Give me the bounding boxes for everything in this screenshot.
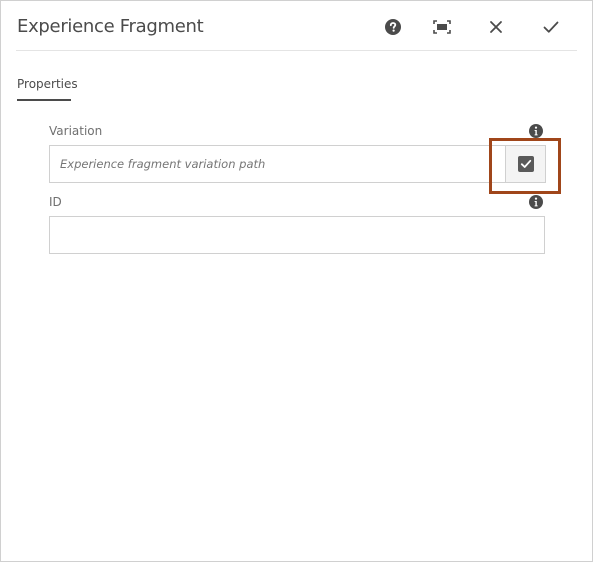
variation-label: Variation [49,124,103,138]
variation-path-input[interactable] [49,145,506,183]
dialog-header: Experience Fragment [16,1,577,51]
close-icon [490,21,502,33]
fullscreen-icon [433,20,451,34]
info-icon[interactable] [529,195,543,209]
close-button[interactable] [484,15,508,39]
dialog-title: Experience Fragment [17,16,204,37]
help-icon [385,19,401,35]
tab-properties[interactable]: Properties [17,77,78,101]
experience-fragment-dialog: Experience Fragment Properties Variation… [0,0,593,562]
info-icon[interactable] [529,124,543,138]
help-button[interactable] [381,15,405,39]
id-input[interactable] [49,216,545,254]
checkmark-icon [543,21,559,33]
select-checkbox-icon [517,156,534,172]
done-button[interactable] [539,15,563,39]
id-label: ID [49,195,62,209]
variation-picker-button[interactable] [505,145,546,183]
fullscreen-button[interactable] [430,15,454,39]
